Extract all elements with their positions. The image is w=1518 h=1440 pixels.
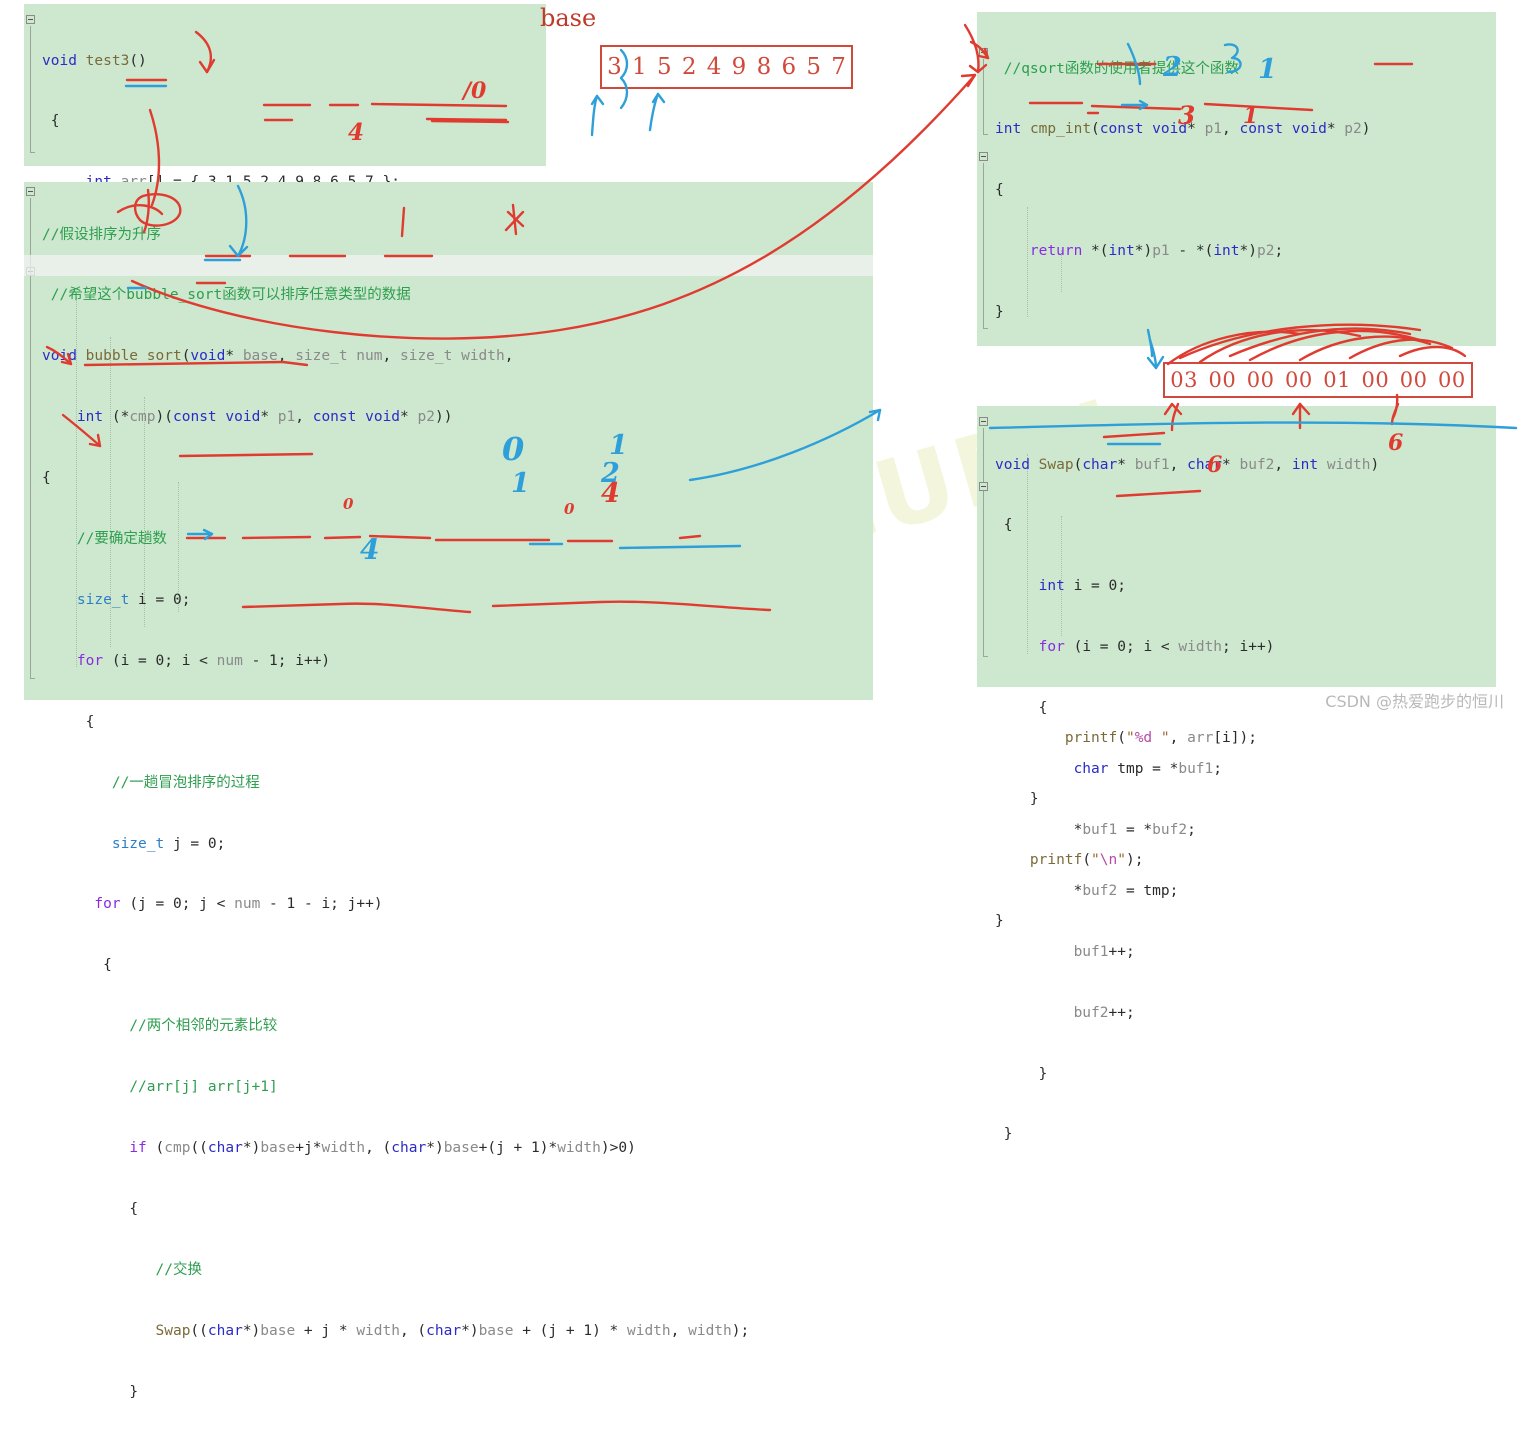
code-line: //假设排序为升序 — [42, 226, 161, 243]
screenshot-root: CUDN void test3() { int arr[] = { 3,1,5,… — [0, 0, 1518, 1400]
memory-bytes-box: 03 00 00 00 01 00 00 00 — [1163, 362, 1473, 398]
byte-cell: 00 — [1399, 368, 1428, 392]
code-line: void bubble_sort(void* base, size_t num,… — [42, 348, 514, 365]
array-cell: 5 — [806, 54, 822, 80]
code-line: { — [103, 957, 112, 974]
editor-gutter — [24, 4, 40, 166]
code-line: //要确定趟数 — [76, 531, 167, 548]
array-cell: 4 — [706, 54, 722, 80]
code-line: buf2++; — [1073, 1004, 1135, 1021]
array-cell: 1 — [632, 54, 647, 80]
array-cell: 8 — [756, 54, 772, 80]
base-annotation-label: base — [540, 4, 597, 32]
array-cell: 6 — [781, 54, 797, 80]
code-line: if (cmp((char*)base+j*width, (char*)base… — [129, 1139, 636, 1156]
swap-code-block: void Swap(char* buf1, char* buf2, int wi… — [977, 406, 1496, 1142]
byte-cell: 01 — [1323, 368, 1351, 392]
cmp-int-code-block: //qsort函数的使用者提供这个函数 int cmp_int(const vo… — [977, 12, 1496, 929]
code-line: } — [995, 304, 1004, 321]
array-cell: 9 — [731, 54, 747, 80]
array-cell: 2 — [681, 54, 697, 80]
editor-gutter — [977, 12, 993, 346]
code-line: void Swap(char* buf1, char* buf2, int wi… — [995, 456, 1380, 473]
code-line: size_t j = 0; — [111, 835, 226, 852]
code-line: } — [1038, 1065, 1048, 1082]
code-line: { — [1003, 517, 1013, 534]
byte-cell: 00 — [1285, 368, 1313, 392]
code-line: //一趟冒泡排序的过程 — [111, 774, 260, 791]
array-cell: 3 — [607, 54, 622, 80]
byte-cell: 00 — [1361, 368, 1390, 392]
code-line: buf1++; — [1073, 943, 1135, 960]
code-line: //两个相邻的元素比较 — [129, 1018, 278, 1035]
code-line: //arr[j] arr[j+1] — [129, 1079, 278, 1096]
code-line: { — [50, 113, 60, 130]
code-line: void test3() — [42, 52, 147, 69]
code-line: int i = 0; — [1038, 578, 1126, 595]
code-line: int cmp_int(const void* p1, const void* … — [995, 121, 1371, 138]
code-line: char tmp = *buf1; — [1073, 761, 1222, 778]
code-lines: void Swap(char* buf1, char* buf2, int wi… — [995, 406, 1496, 1185]
code-line: { — [85, 713, 95, 730]
editor-gutter — [977, 406, 993, 687]
code-lines: //假设排序为升序 //希望这个bubble_sort函数可以排序任意类型的数据… — [42, 182, 873, 1440]
code-line: } — [1003, 1126, 1013, 1143]
code-line: //qsort函数的使用者提供这个函数 — [1003, 60, 1239, 77]
byte-cell: 00 — [1208, 368, 1237, 392]
array-cell: 7 — [831, 54, 846, 80]
code-line: *buf1 = *buf2; — [1073, 821, 1196, 838]
code-line: { — [995, 182, 1004, 199]
code-line: { — [42, 470, 51, 487]
code-line: } — [129, 1383, 139, 1400]
code-line: { — [129, 1200, 139, 1217]
bubble-sort-code-block: //假设排序为升序 //希望这个bubble_sort函数可以排序任意类型的数据… — [24, 182, 873, 1400]
code-line: int (*cmp)(const void* p1, const void* p… — [76, 409, 453, 426]
test3-code-block: void test3() { int arr[] = { 3,1,5,2,4,9… — [24, 4, 546, 434]
code-line: for (j = 0; j < num - 1 - i; j++) — [94, 896, 383, 913]
code-line: size_t i = 0; — [76, 591, 191, 608]
byte-cell: 03 — [1170, 368, 1198, 392]
code-line: //希望这个bubble_sort函数可以排序任意类型的数据 — [50, 287, 411, 304]
csdn-watermark: CSDN @热爱跑步的恒川 — [1325, 692, 1504, 711]
code-line: for (i = 0; i < width; i++) — [1038, 639, 1275, 656]
byte-cell: 00 — [1246, 368, 1275, 392]
byte-cell: 00 — [1438, 368, 1466, 392]
code-line: //交换 — [155, 1261, 202, 1278]
code-line: return *(int*)p1 - *(int*)p2; — [1029, 243, 1284, 260]
code-line: *buf2 = tmp; — [1073, 882, 1179, 899]
code-line: for (i = 0; i < num - 1; i++) — [76, 652, 331, 669]
array-cell: 5 — [656, 54, 672, 80]
array-values-box: 3 1 5 2 4 9 8 6 5 7 — [600, 45, 853, 89]
code-line: Swap((char*)base + j * width, (char*)bas… — [155, 1322, 750, 1339]
